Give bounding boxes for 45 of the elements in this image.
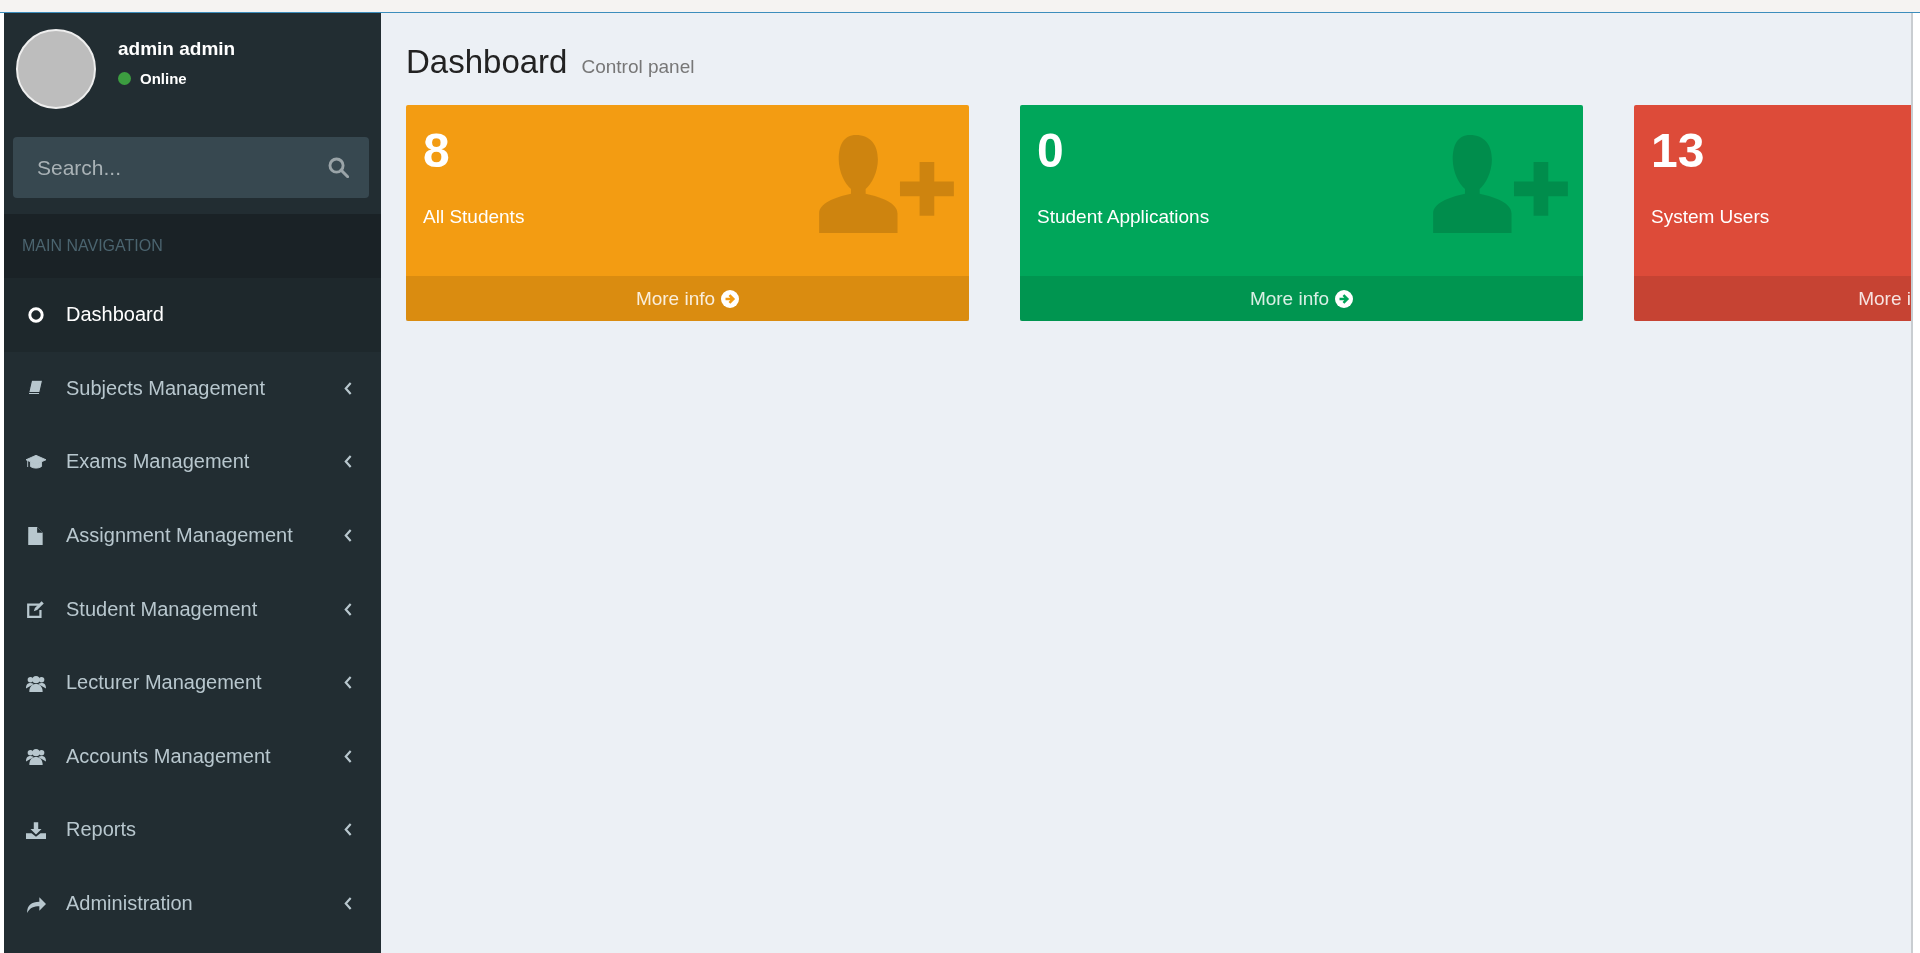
status-text: Online bbox=[140, 69, 187, 87]
nav-label: Accounts Management bbox=[66, 744, 272, 768]
stat-value: 8 bbox=[423, 125, 451, 178]
stat-label: System Users bbox=[1651, 205, 1771, 228]
stat-label: All Students bbox=[423, 205, 526, 228]
more-info-link[interactable]: More i bbox=[1634, 276, 1911, 321]
nav-item[interactable]: Accounts Management bbox=[4, 719, 381, 794]
stat-value: 13 bbox=[1651, 125, 1706, 178]
nav-label: Dashboard bbox=[66, 303, 165, 327]
page-title: Dashboard bbox=[406, 43, 568, 81]
edit-icon bbox=[26, 600, 46, 619]
search-field[interactable]: Search... bbox=[13, 137, 369, 198]
arrow-circle-icon bbox=[721, 289, 740, 308]
user-name: admin admin bbox=[118, 37, 236, 60]
nav-label: Exams Management bbox=[66, 450, 251, 474]
nav-item[interactable]: Exams Management bbox=[4, 425, 381, 499]
nav-item[interactable]: Subjects Management bbox=[4, 351, 381, 426]
file-icon bbox=[26, 526, 46, 545]
nav-item[interactable]: Dashboard bbox=[4, 278, 381, 352]
nav-label: Subjects Management bbox=[66, 376, 266, 400]
share-arrow-icon bbox=[26, 894, 46, 913]
nav-item[interactable]: Reports bbox=[4, 793, 381, 867]
nav-label: Assignment Management bbox=[66, 524, 294, 548]
search-icon[interactable] bbox=[328, 157, 349, 178]
nav-label: Reports bbox=[66, 818, 138, 842]
arrow-circle-icon bbox=[1335, 289, 1354, 308]
user-plus-icon bbox=[819, 135, 954, 233]
nav-item[interactable]: Administration bbox=[4, 866, 381, 941]
nav-label: Student Management bbox=[66, 597, 259, 621]
nav-item[interactable]: Student Management bbox=[4, 572, 381, 646]
user-plus-icon bbox=[1433, 135, 1568, 233]
download-icon bbox=[26, 820, 46, 839]
nav-section-header: MAIN NAVIGATION bbox=[22, 237, 163, 255]
nav-label: Lecturer Management bbox=[66, 671, 263, 695]
circle-icon bbox=[26, 305, 46, 324]
stat-value: 0 bbox=[1037, 125, 1065, 178]
page-subtitle: Control panel bbox=[581, 56, 695, 78]
nav-label: Administration bbox=[66, 892, 194, 916]
status-dot bbox=[118, 71, 131, 85]
graduation-cap-icon bbox=[26, 453, 46, 471]
users-icon bbox=[26, 747, 46, 766]
stat-label: Student Applications bbox=[1037, 205, 1211, 228]
users-icon bbox=[26, 673, 46, 692]
nav-item[interactable]: Assignment Management bbox=[4, 498, 381, 573]
nav-item[interactable]: Lecturer Management bbox=[4, 645, 381, 720]
